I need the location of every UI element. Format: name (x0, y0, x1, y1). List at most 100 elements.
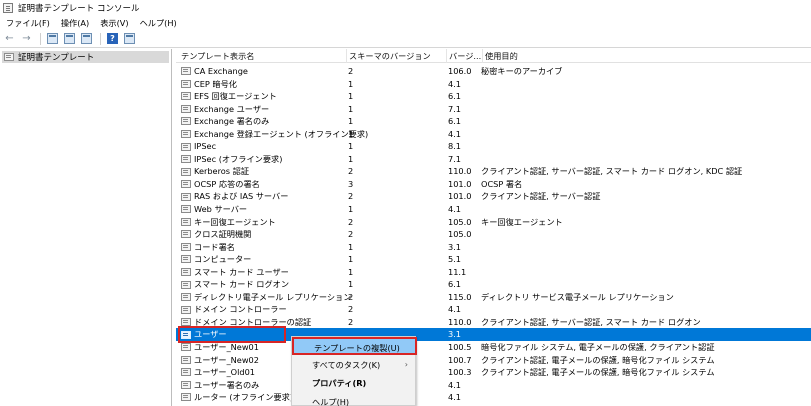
column-display-name[interactable]: テンプレート表示名 (179, 49, 347, 63)
certificate-template-icon (181, 343, 191, 352)
table-row[interactable]: ドメイン コントローラーの認証 2 110.0 クライアント認証, サーバー認証, ス… (176, 316, 811, 329)
intended-purpose (481, 379, 811, 392)
table-row[interactable]: キー回復エージェント 2 105.0 キー回復エージェント (176, 216, 811, 229)
duplicate-template-menu-item[interactable]: テンプレートの複製(U) (292, 337, 417, 355)
schema-version: 2 (348, 166, 354, 177)
certificate-template-icon (181, 230, 191, 239)
column-intended-purpose[interactable]: 使用目的 (483, 49, 811, 63)
properties-icon[interactable] (62, 31, 77, 46)
intended-purpose: クライアント認証, サーバー認証 (481, 191, 601, 202)
intended-purpose: 秘密キーのアーカイブ (481, 66, 563, 76)
menu-file[interactable]: ファイル(F) (6, 17, 50, 29)
version: 105.0 (448, 216, 472, 227)
back-arrow-icon[interactable]: ← (2, 31, 17, 46)
tree-item-label: 証明書テンプレート (18, 53, 95, 63)
table-row[interactable]: EFS 回復エージェント 1 6.1 (176, 90, 811, 103)
certificate-template-icon (181, 255, 191, 264)
version: 4.1 (448, 379, 462, 390)
context-menu: テンプレートの複製(U) すべてのタスク(K) › プロパティ(R) ヘルプ(H) (291, 336, 417, 406)
export-icon[interactable] (79, 31, 94, 46)
table-row[interactable]: クロス証明機関 2 105.0 (176, 228, 811, 241)
version: 115.0 (448, 291, 472, 302)
table-row[interactable]: Kerberos 認証 2 110.0 クライアント認証, サーバー認証, スマート … (176, 165, 811, 178)
table-row[interactable]: ユーザー_Old01 100.3 クライアント認証, 電子メールの保護, 暗号化ファ… (176, 366, 811, 379)
menu-help[interactable]: ヘルプ(H) (140, 17, 177, 29)
certificate-template-icon (181, 92, 191, 101)
table-row[interactable]: コンピューター 1 5.1 (176, 253, 811, 266)
version: 4.1 (448, 392, 462, 403)
column-schema-version[interactable]: スキーマのバージョン (347, 49, 447, 63)
template-name: コンピューター (194, 254, 252, 265)
template-name: スマート カード ログオン (194, 279, 290, 290)
intended-purpose (481, 303, 811, 316)
intended-purpose: クライアント認証, 電子メールの保護, 暗号化ファイル システム (481, 367, 715, 378)
intended-purpose: OCSP 署名 (481, 178, 523, 189)
intended-purpose (481, 266, 811, 279)
tree-item-certificate-templates[interactable]: 証明書テンプレート (2, 51, 169, 63)
table-row[interactable]: Exchange 登録エージェント (オフライン要求) 1 4.1 (176, 128, 811, 141)
table-row[interactable]: スマート カード ユーザー 1 11.1 (176, 266, 811, 279)
template-name: ディレクトリ電子メール レプリケーション (194, 291, 352, 302)
schema-version: 2 (348, 291, 354, 302)
table-row[interactable]: Web サーバー 1 4.1 (176, 203, 811, 216)
version: 101.0 (448, 191, 472, 202)
table-row[interactable]: CA Exchange 2 106.0 秘密キーのアーカイブ (176, 65, 811, 78)
version: 4.1 (448, 304, 462, 315)
schema-version: 1 (348, 204, 354, 215)
table-row[interactable]: IPSec (オフライン要求) 1 7.1 (176, 153, 811, 166)
intended-purpose (481, 128, 811, 141)
template-name: ドメイン コントローラーの認証 (194, 316, 312, 327)
submenu-arrow-icon: › (404, 360, 408, 369)
column-version[interactable]: バージ... (447, 49, 483, 63)
all-tasks-menu-item[interactable]: すべてのタスク(K) › (292, 356, 417, 374)
certificate-template-icon (181, 242, 191, 251)
table-row[interactable]: スマート カード ログオン 1 6.1 (176, 278, 811, 291)
version: 110.0 (448, 166, 472, 177)
properties-menu-item[interactable]: プロパティ(R) (292, 374, 417, 392)
menu-action[interactable]: 操作(A) (61, 17, 89, 29)
table-row[interactable]: Exchange 署名のみ 1 6.1 (176, 115, 811, 128)
help-icon[interactable]: ? (105, 31, 120, 46)
menu-bar: ファイル(F) 操作(A) 表示(V) ヘルプ(H) (0, 16, 811, 30)
intended-purpose (481, 253, 811, 266)
template-name: Kerberos 認証 (194, 166, 250, 177)
schema-version: 2 (348, 216, 354, 227)
certificate-template-icon (181, 393, 191, 402)
template-name: ドメイン コントローラー (194, 304, 287, 315)
template-name: キー回復エージェント (194, 216, 276, 227)
console-tree-icon[interactable] (45, 31, 60, 46)
table-row[interactable]: ユーザー_New01 100.5 暗号化ファイル システム, 電子メールの保護, ク… (176, 341, 811, 354)
table-row[interactable]: ドメイン コントローラー 2 4.1 (176, 303, 811, 316)
template-name: CA Exchange (194, 66, 248, 76)
console-tree: 証明書テンプレート (0, 49, 172, 406)
template-name: RAS および IAS サーバー (194, 191, 289, 202)
selected-table-row[interactable]: ユーザー 3.1 (176, 328, 811, 342)
table-row[interactable]: コード署名 1 3.1 (176, 241, 811, 254)
table-header: テンプレート表示名 スキーマのバージョン バージ... 使用目的 (176, 49, 811, 63)
schema-version: 1 (348, 153, 354, 164)
certificate-template-icon (181, 217, 191, 226)
help-menu-item[interactable]: ヘルプ(H) (292, 393, 417, 406)
template-name: Exchange 署名のみ (194, 116, 270, 127)
template-name: ユーザー (194, 329, 227, 340)
schema-version: 2 (348, 304, 354, 315)
template-name: Exchange 登録エージェント (オフライン要求) (194, 128, 369, 139)
table-row[interactable]: OCSP 応答の署名 3 101.0 OCSP 署名 (176, 178, 811, 191)
view-icon[interactable] (122, 31, 137, 46)
table-row[interactable]: Exchange ユーザー 1 7.1 (176, 103, 811, 116)
table-row[interactable]: ディレクトリ電子メール レプリケーション 2 115.0 ディレクトリ サービス電子メ… (176, 291, 811, 304)
schema-version: 1 (348, 91, 354, 102)
table-row[interactable]: IPSec 1 8.1 (176, 140, 811, 153)
intended-purpose (481, 140, 811, 153)
table-row[interactable]: CEP 暗号化 1 4.1 (176, 78, 811, 91)
version: 106.0 (448, 66, 472, 76)
table-row[interactable]: RAS および IAS サーバー 2 101.0 クライアント認証, サーバー認証 (176, 190, 811, 203)
template-name: EFS 回復エージェント (194, 91, 277, 102)
forward-arrow-icon[interactable]: → (19, 31, 34, 46)
certificate-template-icon (181, 330, 191, 339)
menu-view[interactable]: 表示(V) (100, 17, 128, 29)
certificate-template-icon (181, 167, 191, 176)
table-row[interactable]: ユーザー署名のみ 4.1 (176, 379, 811, 392)
table-row[interactable]: ユーザー_New02 100.7 クライアント認証, 電子メールの保護, 暗号化ファ… (176, 354, 811, 367)
table-row[interactable]: ルーター (オフライン要求) 4.1 (176, 391, 811, 404)
